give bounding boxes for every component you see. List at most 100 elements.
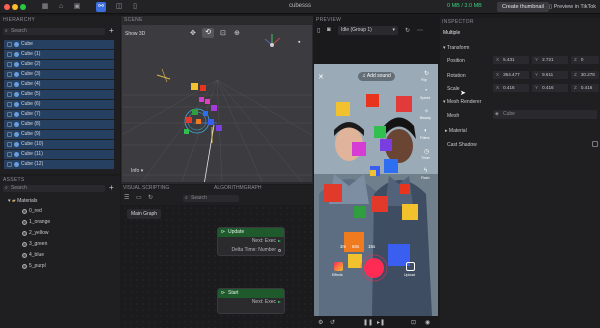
- asset-item[interactable]: 4_blue: [22, 251, 44, 260]
- scale-tool-icon[interactable]: ⊡: [220, 29, 226, 37]
- scale-x-field[interactable]: X 0.416: [493, 84, 529, 92]
- number-output-pin[interactable]: [278, 249, 281, 252]
- close-icon[interactable]: ✕: [318, 73, 324, 81]
- rotation-y-field[interactable]: Y 9.611: [532, 71, 568, 79]
- visibility-checkbox[interactable]: [7, 62, 12, 67]
- asset-item[interactable]: 3_green: [22, 240, 47, 249]
- cast-shadow-checkbox[interactable]: [592, 141, 598, 147]
- visibility-checkbox[interactable]: [7, 112, 12, 117]
- asset-item[interactable]: 5_purpl: [22, 262, 46, 271]
- scene-viewport[interactable]: Show 3D ✥ ⟲ ⊡ ⊕ ▪ Info ▾: [122, 25, 312, 182]
- preview-viewport[interactable]: ✕ ♫ Add sound ↻ Flip ◔ Speed ✧ Beauty ◐ …: [314, 64, 438, 316]
- position-y-field[interactable]: Y 2.721: [532, 56, 568, 64]
- hierarchy-item[interactable]: Cube (9): [4, 130, 114, 139]
- hierarchy-item-label: Cube (7): [21, 111, 41, 117]
- exec-output-pin[interactable]: [278, 240, 281, 242]
- hierarchy-item[interactable]: Cube (5): [4, 90, 114, 99]
- visibility-checkbox[interactable]: [7, 102, 12, 107]
- create-thumbnail-button[interactable]: Create thumbnail: [497, 2, 549, 12]
- filters-icon[interactable]: ◐: [424, 128, 428, 134]
- more-icon[interactable]: ⋯: [417, 27, 423, 34]
- start-node[interactable]: ⊳ Start Next: Exec: [217, 288, 285, 314]
- camera-icon[interactable]: ▪: [298, 39, 300, 46]
- visibility-checkbox[interactable]: [7, 122, 12, 127]
- hierarchy-item[interactable]: Cube (2): [4, 60, 114, 69]
- hierarchy-item[interactable]: Cube (3): [4, 70, 114, 79]
- visibility-checkbox[interactable]: [7, 162, 12, 167]
- preview-in-tiktok-button[interactable]: ▯ Preview in TikTok: [549, 2, 596, 12]
- add-object-button[interactable]: +: [109, 26, 114, 35]
- scale-y-field[interactable]: Y 0.416: [532, 84, 568, 92]
- mesh-renderer-section[interactable]: ▾ Mesh Renderer: [443, 99, 481, 105]
- record-button[interactable]: [364, 258, 384, 278]
- hierarchy-item[interactable]: Cube (6): [4, 100, 114, 109]
- upload-icon[interactable]: [406, 262, 415, 271]
- hierarchy-item[interactable]: Cube: [4, 40, 114, 49]
- rotate-tool-icon[interactable]: ⟲: [202, 28, 214, 38]
- visibility-checkbox[interactable]: [7, 92, 12, 97]
- visibility-checkbox[interactable]: [7, 142, 12, 147]
- capture-icon[interactable]: ⊡: [411, 319, 416, 326]
- phone-icon[interactable]: ▯: [317, 27, 320, 34]
- hierarchy-item[interactable]: Cube (11): [4, 150, 114, 159]
- rotation-x-field[interactable]: X 354.477: [493, 71, 529, 79]
- preview-mode-select[interactable]: Idle (Group 1) ▾: [338, 26, 398, 35]
- scale-z-field[interactable]: Z 0.416: [571, 84, 599, 92]
- mesh-field[interactable]: ◈ Cube: [493, 110, 597, 119]
- camera-icon[interactable]: ◙: [327, 27, 331, 33]
- hierarchy-search-input[interactable]: ⌕ Search: [3, 28, 105, 35]
- visibility-checkbox[interactable]: [7, 72, 12, 77]
- globe-icon[interactable]: ⊕: [234, 29, 240, 37]
- refresh-icon[interactable]: ↻: [405, 27, 410, 34]
- position-x-field[interactable]: X 5.431: [493, 56, 529, 64]
- exec-output-pin[interactable]: [278, 301, 281, 303]
- settings-icon[interactable]: ⚙: [318, 319, 323, 326]
- visibility-checkbox[interactable]: [7, 42, 12, 47]
- hierarchy-item[interactable]: Cube (10): [4, 140, 114, 149]
- material-section[interactable]: ▸ Material: [445, 128, 467, 134]
- visibility-checkbox[interactable]: [7, 52, 12, 57]
- info-dropdown[interactable]: Info ▾: [131, 168, 143, 174]
- reset-icon[interactable]: ↺: [330, 319, 335, 326]
- asset-item[interactable]: 2_yellow: [22, 229, 48, 238]
- cube-icon: [14, 112, 19, 117]
- add-sound-button[interactable]: ♫ Add sound: [358, 72, 395, 81]
- refresh-icon[interactable]: ↻: [148, 194, 153, 201]
- duration-3m[interactable]: 3m: [340, 244, 346, 249]
- speed-icon[interactable]: ◔: [424, 88, 428, 94]
- hierarchy-item-label: Cube (10): [21, 141, 44, 147]
- beauty-icon[interactable]: ✧: [424, 108, 429, 115]
- visibility-checkbox[interactable]: [7, 82, 12, 87]
- hierarchy-item[interactable]: Cube (7): [4, 110, 114, 119]
- hierarchy-item[interactable]: Cube (4): [4, 80, 114, 89]
- move-tool-icon[interactable]: ✥: [190, 29, 196, 37]
- record-icon[interactable]: ◉: [425, 319, 430, 326]
- visibility-checkbox[interactable]: [7, 152, 12, 157]
- step-forward-icon[interactable]: ▸❚: [377, 319, 385, 326]
- asset-item[interactable]: 0_red: [22, 207, 42, 216]
- rotation-z-field[interactable]: Z 30.278: [571, 71, 599, 79]
- flash-icon[interactable]: ϟ: [424, 168, 427, 174]
- add-asset-button[interactable]: +: [109, 183, 114, 192]
- hierarchy-item[interactable]: Cube (1): [4, 50, 114, 59]
- duration-60s[interactable]: 60s: [352, 244, 359, 249]
- show-3d-toggle[interactable]: Show 3D: [125, 31, 145, 37]
- effects-icon[interactable]: [334, 262, 343, 271]
- pause-icon[interactable]: ❚❚: [363, 319, 373, 326]
- assets-search-input[interactable]: ⌕ Search: [3, 185, 105, 192]
- hierarchy-item[interactable]: Cube (8): [4, 120, 114, 129]
- transform-section[interactable]: ▾ Transform: [443, 45, 469, 51]
- update-node[interactable]: ⊳ Update Next: Exec Delta Time: Number: [217, 227, 285, 256]
- main-graph-tab[interactable]: Main Graph: [127, 209, 161, 219]
- save-icon[interactable]: ▭: [136, 194, 142, 201]
- visibility-checkbox[interactable]: [7, 132, 12, 137]
- duration-15s[interactable]: 15s: [368, 244, 375, 249]
- timer-icon[interactable]: ◷: [424, 148, 429, 155]
- asset-item[interactable]: 1_orange: [22, 218, 50, 227]
- graph-canvas[interactable]: Main Graph ⊳ Update Next: Exec Delta Time…: [122, 205, 312, 328]
- menu-icon[interactable]: ☰: [124, 194, 129, 201]
- hierarchy-item[interactable]: Cube (12): [4, 160, 114, 169]
- position-z-field[interactable]: Z0: [571, 56, 599, 64]
- graph-search-input[interactable]: ⌕ Search: [183, 195, 239, 202]
- materials-folder[interactable]: ▾ ▰ Materials: [8, 197, 37, 206]
